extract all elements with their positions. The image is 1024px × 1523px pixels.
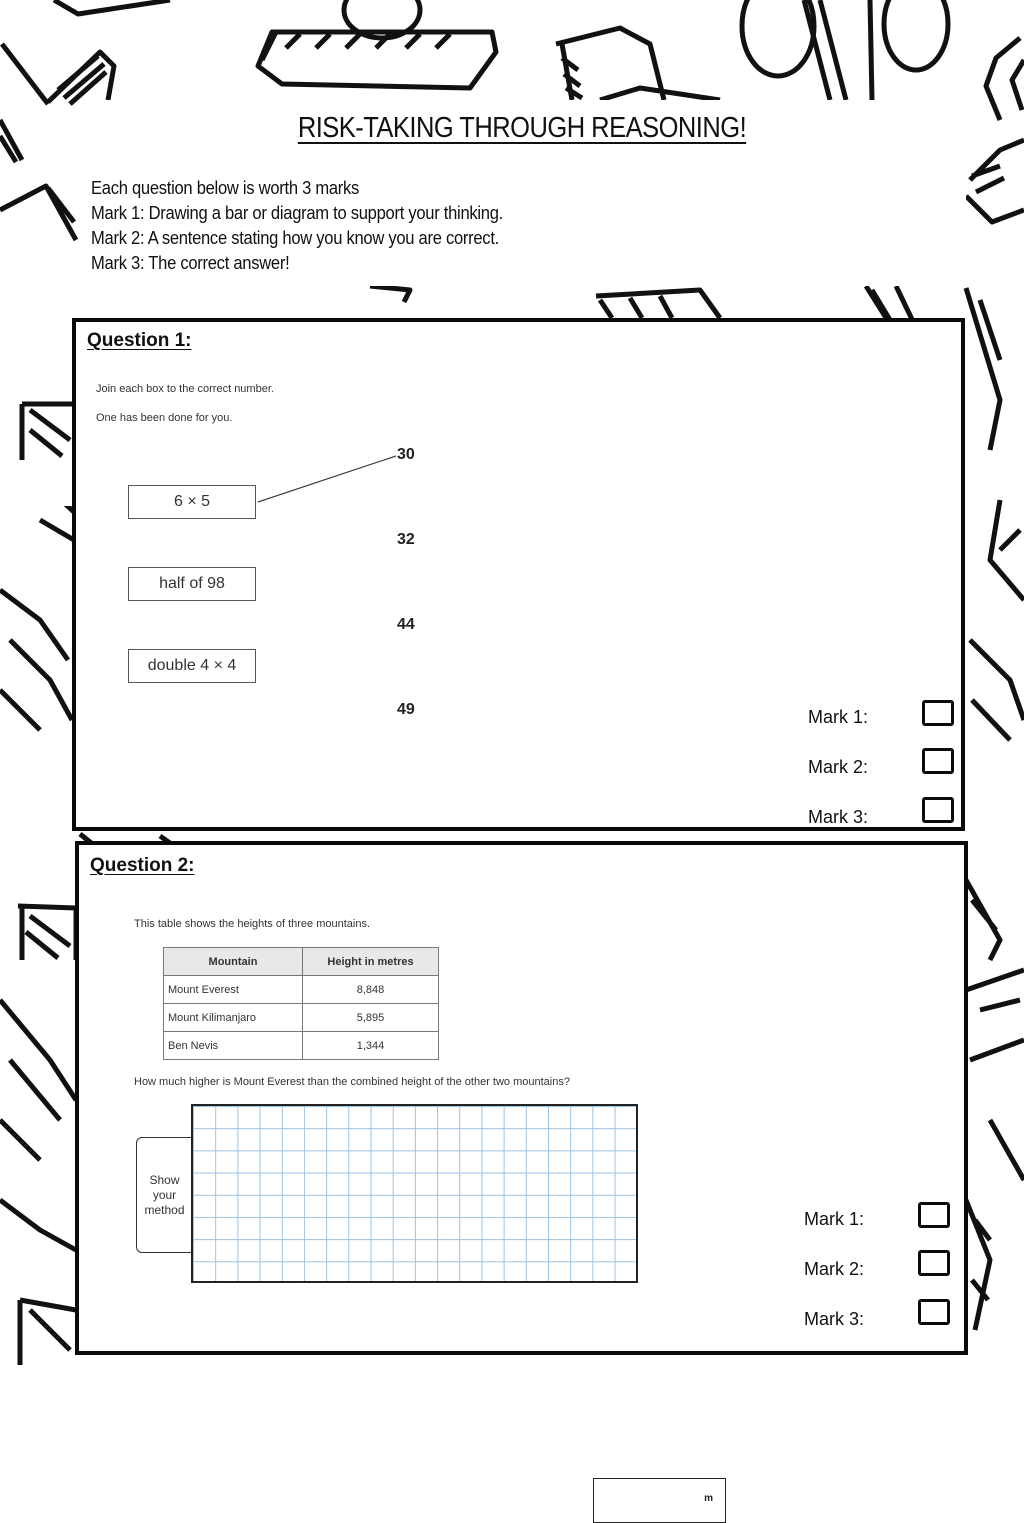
method-label-line: your [152,1187,177,1202]
mark-1-checkbox[interactable] [922,700,954,726]
method-label-line: method [144,1202,185,1217]
answer-number[interactable]: 32 [397,531,415,549]
column-header: Height in metres [302,947,439,976]
mountain-height: 8,848 [302,975,439,1004]
mark-1-label: Mark 1: [808,707,869,727]
doodle-top-left-icon [0,0,171,106]
answer-unit-label: m [704,1493,713,1504]
mark-3-label: Mark 3: [804,1309,865,1329]
question-2-panel: Question 2: This table shows the heights… [75,841,968,1523]
rule-line: Mark 2: A sentence stating how you know … [91,228,499,248]
mark-3-checkbox[interactable] [922,797,954,823]
expression-box[interactable]: 6 × 5 [128,485,256,519]
left-margin-backdrop [0,460,72,506]
page-title: RISK-TAKING THROUGH REASONING! [297,112,747,144]
question-2-prompt: How much higher is Mount Everest than th… [134,1076,570,1088]
doodle-left-icon [0,118,79,732]
rule-line: Mark 3: The correct answer! [91,253,290,273]
column-header: Mountain [163,947,303,976]
question-2-heading: Question 2: [90,855,195,876]
question-1-panel: Question 1: Join each box to the correct… [72,318,965,831]
mark-2-label: Mark 2: [808,757,869,777]
mountain-name: Mount Kilimanjaro [163,1003,303,1032]
mountain-height: 1,344 [302,1031,439,1060]
doodle-percent-icon [739,0,951,101]
rule-line: Mark 1: Drawing a bar or diagram to supp… [91,203,504,223]
working-grid[interactable]: m [191,1104,726,1523]
mark-2-label: Mark 2: [804,1259,865,1279]
mark-1-label: Mark 1: [804,1209,865,1229]
mark-2-checkbox[interactable] [922,748,954,774]
mountain-height: 5,895 [302,1003,439,1032]
doodle-bottom-left-icon [0,903,79,1365]
show-your-method-label: Show your method [136,1137,192,1253]
example-connector-line [257,455,397,503]
mark-1-checkbox[interactable] [918,1202,950,1228]
mountain-name: Ben Nevis [163,1031,303,1060]
mark-3-checkbox[interactable] [918,1299,950,1325]
table-header-row: Mountain Height in metres [163,947,439,976]
table-row: Ben Nevis 1,344 [163,1031,439,1060]
expression-label: double 4 × 4 [147,657,237,674]
table-row: Mount Everest 8,848 [163,975,439,1004]
mark-3-label: Mark 3: [808,807,869,827]
answer-input-box[interactable]: m [593,1478,726,1523]
rule-line: Each question below is worth 3 marks [91,178,360,198]
mountain-table: Mountain Height in metres Mount Everest … [163,947,439,1060]
marking-rules: Each question below is worth 3 marks Mar… [91,176,539,276]
table-row: Mount Kilimanjaro 5,895 [163,1003,439,1032]
expression-box[interactable]: half of 98 [128,567,256,601]
question-2-intro: This table shows the heights of three mo… [134,918,371,930]
answer-number[interactable]: 30 [397,446,415,464]
mark-2-checkbox[interactable] [918,1250,950,1276]
expression-label: 6 × 5 [173,493,211,510]
answer-number[interactable]: 49 [397,701,415,719]
mountain-name: Mount Everest [163,975,303,1004]
doodle-top-mid-icon [555,25,721,103]
doodle-top-bar-icon [255,0,499,91]
answer-number[interactable]: 44 [397,616,415,634]
expression-box[interactable]: double 4 × 4 [128,649,256,683]
expression-label: half of 98 [159,575,225,592]
method-label-line: Show [149,1172,180,1187]
